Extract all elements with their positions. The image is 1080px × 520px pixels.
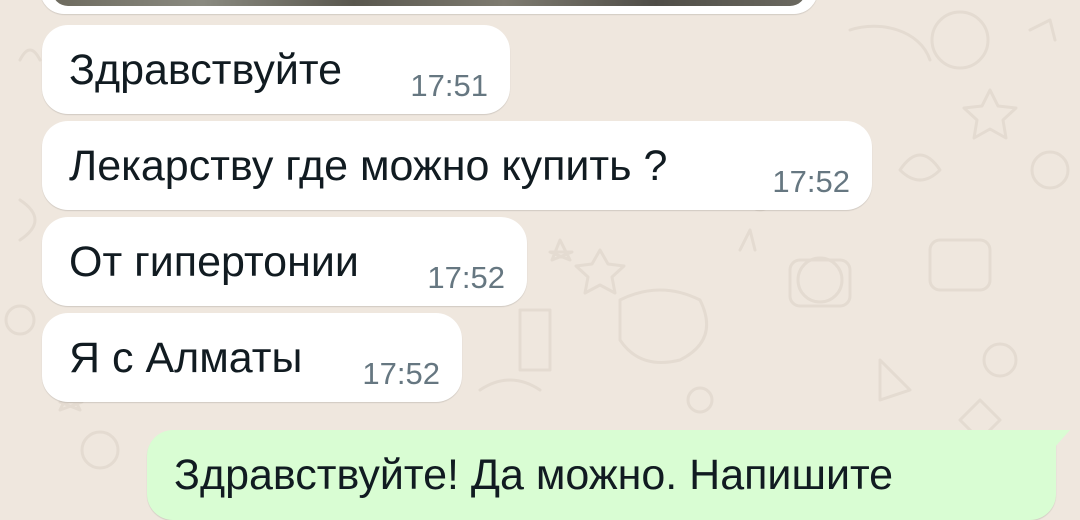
incoming-message[interactable]: Лекарству где можно купить ? 17:52	[42, 121, 872, 210]
chat-conversation[interactable]: Здравствуйте 17:51 Лекарству где можно к…	[0, 0, 1080, 520]
incoming-message[interactable]: Я с Алматы 17:52	[42, 313, 462, 402]
message-timestamp: 17:52	[427, 260, 505, 295]
message-photo[interactable]	[52, 0, 806, 6]
incoming-message[interactable]: Здравствуйте 17:51	[42, 25, 510, 114]
message-text: Здравствуйте	[69, 46, 342, 94]
message-timestamp: 17:52	[362, 356, 440, 391]
image-message[interactable]	[40, 0, 818, 14]
bubble-tail	[1054, 430, 1070, 448]
message-text: Здравствуйте! Да можно. Напишите	[174, 451, 894, 499]
incoming-message[interactable]: От гипертонии 17:52	[42, 217, 527, 306]
message-text: От гипертонии	[69, 238, 359, 286]
outgoing-message[interactable]: Здравствуйте! Да можно. Напишите	[147, 430, 1070, 520]
message-text: Я с Алматы	[69, 334, 303, 382]
message-timestamp: 17:52	[772, 164, 850, 199]
message-text: Лекарству где можно купить ?	[69, 142, 668, 190]
message-timestamp: 17:51	[410, 68, 488, 103]
